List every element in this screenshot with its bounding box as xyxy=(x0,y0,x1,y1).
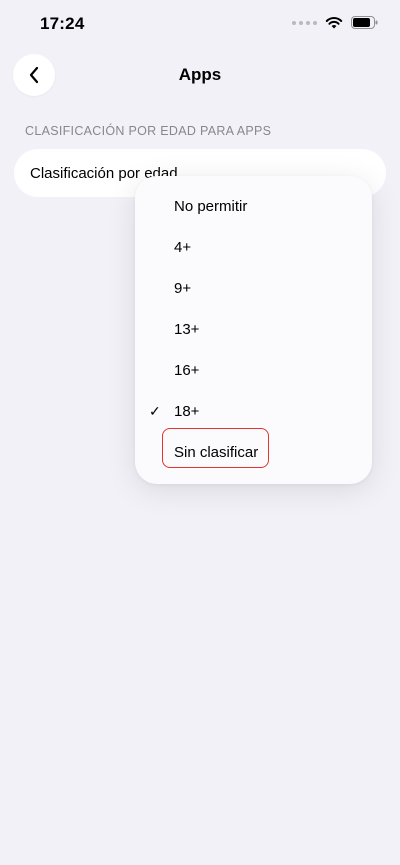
menu-item-label: 18+ xyxy=(174,403,200,420)
navigation-bar: Apps xyxy=(0,50,400,100)
status-bar: 17:24 xyxy=(0,0,400,50)
menu-item-13-plus[interactable]: 13+ xyxy=(135,309,372,350)
menu-item-4-plus[interactable]: 4+ xyxy=(135,227,372,268)
menu-item-label: 16+ xyxy=(174,362,200,379)
status-icons xyxy=(292,16,378,29)
cellular-dots-icon xyxy=(292,20,317,25)
menu-item-sin-clasificar[interactable]: Sin clasificar xyxy=(135,428,372,473)
page-title: Apps xyxy=(178,65,222,84)
menu-item-9-plus[interactable]: 9+ xyxy=(135,268,372,309)
age-rating-menu: No permitir 4+ 9+ 13+ 16+ ✓ 18+ Sin clas… xyxy=(135,176,372,484)
menu-item-label: 13+ xyxy=(174,321,200,338)
status-time: 17:24 xyxy=(40,14,85,33)
wifi-icon xyxy=(325,17,343,29)
menu-item-label: 9+ xyxy=(174,280,192,297)
section-header: CLASIFICACIÓN POR EDAD PARA APPS xyxy=(25,124,272,138)
menu-item-label: 4+ xyxy=(174,239,192,256)
menu-item-label: Sin clasificar xyxy=(174,444,259,461)
menu-item-18-plus[interactable]: ✓ 18+ xyxy=(135,391,372,432)
menu-item-label: No permitir xyxy=(174,198,248,215)
menu-item-no-permitir[interactable]: No permitir xyxy=(135,186,372,227)
battery-icon xyxy=(351,16,378,29)
menu-item-16-plus[interactable]: 16+ xyxy=(135,350,372,391)
checkmark-icon: ✓ xyxy=(149,403,161,419)
